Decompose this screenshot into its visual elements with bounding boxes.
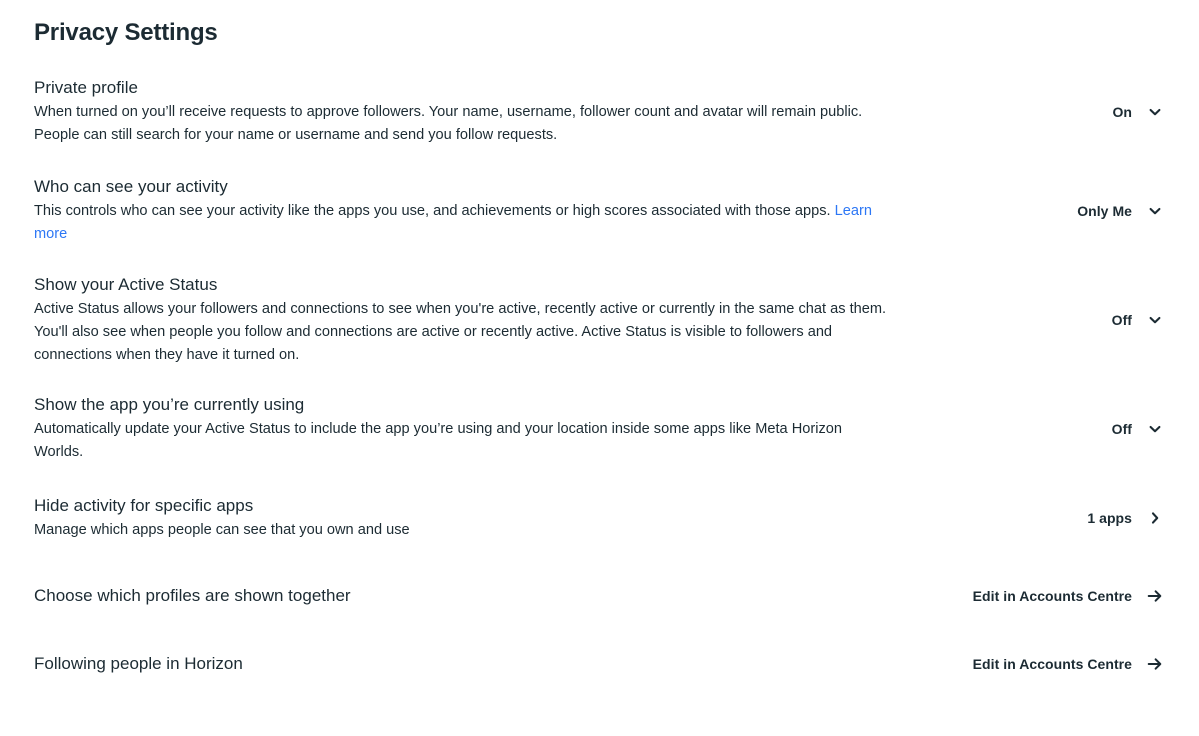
row-text-block: Hide activity for specific apps Manage w… — [34, 494, 894, 542]
chevron-down-icon[interactable] — [1145, 102, 1165, 122]
row-description: When turned on you’ll receive requests t… — [34, 104, 863, 143]
row-text-block: Show your Active Status Active Status al… — [34, 273, 894, 367]
row-spacer — [0, 147, 1199, 175]
row-text-block: Show the app you’re currently using Auto… — [34, 393, 894, 464]
row-text-block: Following people in Horizon — [34, 652, 894, 676]
privacy-settings-page: Privacy Settings Private profile When tu… — [0, 0, 1199, 736]
row-spacer — [0, 464, 1199, 494]
setting-row-show-current-app: Show the app you’re currently using Auto… — [0, 393, 1199, 464]
active-status-dropdown[interactable]: Off — [894, 310, 1165, 330]
row-description-text: This controls who can see your activity … — [34, 203, 835, 219]
row-title: Show the app you’re currently using — [34, 395, 305, 414]
row-spacer — [0, 608, 1199, 652]
dropdown-value: Off — [1111, 312, 1132, 328]
row-description: This controls who can see your activity … — [34, 200, 894, 246]
row-title: Choose which profiles are shown together — [34, 586, 351, 605]
row-title: Show your Active Status — [34, 275, 218, 294]
edit-in-accounts-centre-following-link[interactable]: Edit in Accounts Centre — [894, 654, 1165, 674]
setting-row-private-profile: Private profile When turned on you’ll re… — [0, 76, 1199, 147]
edit-accounts-centre-label: Edit in Accounts Centre — [972, 588, 1132, 604]
row-text-block: Choose which profiles are shown together — [34, 584, 894, 608]
row-description: Automatically update your Active Status … — [34, 421, 842, 460]
row-spacer — [0, 367, 1199, 393]
setting-row-following-people-in-horizon[interactable]: Following people in Horizon Edit in Acco… — [0, 652, 1199, 676]
row-text-block: Who can see your activity This controls … — [34, 175, 894, 246]
row-spacer — [0, 542, 1199, 584]
setting-row-who-can-see-your-activity: Who can see your activity This controls … — [0, 175, 1199, 246]
dropdown-value: Off — [1111, 420, 1132, 437]
chevron-right-icon[interactable] — [1145, 508, 1165, 528]
settings-list: Private profile When turned on you’ll re… — [0, 76, 1199, 676]
edit-in-accounts-centre-profiles-link[interactable]: Edit in Accounts Centre — [894, 586, 1165, 606]
row-title: Who can see your activity — [34, 177, 228, 196]
row-title: Private profile — [34, 78, 138, 97]
chevron-down-icon[interactable] — [1145, 419, 1165, 439]
apps-count-value: 1 apps — [1087, 510, 1132, 526]
dropdown-value: Only Me — [1077, 202, 1132, 219]
row-title: Following people in Horizon — [34, 654, 243, 673]
row-description: Manage which apps people can see that yo… — [34, 522, 410, 538]
arrow-right-icon[interactable] — [1145, 586, 1165, 606]
who-can-see-activity-dropdown[interactable]: Only Me — [894, 201, 1165, 221]
chevron-down-icon[interactable] — [1145, 201, 1165, 221]
row-text-block: Private profile When turned on you’ll re… — [34, 76, 894, 147]
dropdown-value: On — [1112, 103, 1132, 120]
row-title: Hide activity for specific apps — [34, 496, 254, 515]
setting-row-choose-which-profiles[interactable]: Choose which profiles are shown together… — [0, 584, 1199, 608]
page-title: Privacy Settings — [34, 19, 218, 46]
private-profile-dropdown[interactable]: On — [894, 102, 1165, 122]
hide-activity-apps-navigate[interactable]: 1 apps — [894, 508, 1165, 528]
edit-accounts-centre-label: Edit in Accounts Centre — [972, 656, 1132, 672]
arrow-right-icon[interactable] — [1145, 654, 1165, 674]
row-spacer — [0, 246, 1199, 273]
setting-row-hide-activity-for-specific-apps[interactable]: Hide activity for specific apps Manage w… — [0, 494, 1199, 542]
row-description: Active Status allows your followers and … — [34, 301, 887, 363]
chevron-down-icon[interactable] — [1145, 310, 1165, 330]
setting-row-show-your-active-status: Show your Active Status Active Status al… — [0, 273, 1199, 367]
show-current-app-dropdown[interactable]: Off — [894, 419, 1165, 439]
